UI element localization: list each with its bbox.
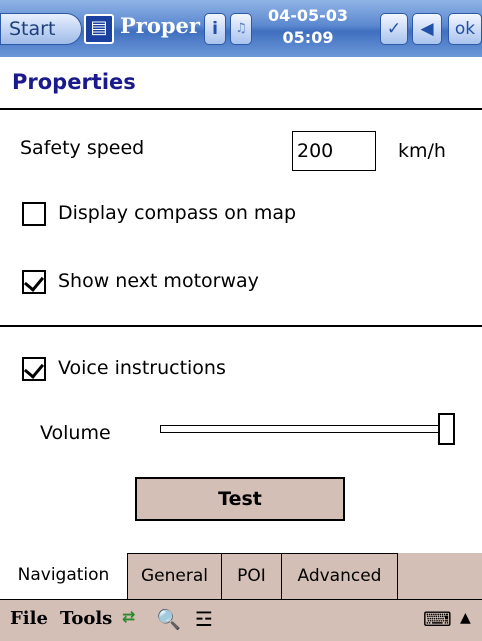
tab-navigation[interactable]: Navigation [0,553,128,599]
tab-poi[interactable]: POI [222,553,282,599]
settings-sliders-icon[interactable]: ☲ [195,607,213,631]
voice-instructions-checkbox[interactable] [22,357,46,381]
up-arrow-icon[interactable]: ▲ [460,610,471,626]
menu-bar: File Tools ⇄ 🔍 ☲ ⌨ ▲ [0,599,482,641]
volume-slider-track[interactable] [160,425,443,433]
ab-conversion-icon[interactable]: ⇄ [122,607,135,626]
info-button[interactable]: i [204,13,226,45]
clock[interactable]: 04-05-03 05:09 [251,5,365,49]
section-divider [0,325,482,327]
speed-unit-label: km/h [398,140,446,162]
voice-instructions-label: Voice instructions [58,357,226,379]
volume-label: Volume [40,422,111,444]
page-title: Properties [12,70,136,94]
app-icon: ▤ [84,14,114,44]
keyboard-icon[interactable]: ⌨ [423,607,452,631]
test-button[interactable]: Test [135,477,345,521]
start-button[interactable]: Start [0,13,82,45]
file-menu[interactable]: File [10,608,48,629]
tab-general[interactable]: General [128,553,222,599]
tab-strip: Navigation General POI Advanced [0,553,482,599]
show-motorway-checkbox[interactable] [22,270,46,294]
ok-button[interactable]: ok [448,13,482,45]
display-compass-checkbox[interactable] [22,202,46,226]
volume-slider-thumb[interactable] [438,413,455,445]
tab-advanced[interactable]: Advanced [282,553,398,599]
speaker-icon[interactable]: ♫ [230,13,252,45]
app-title: Proper [120,13,200,38]
tasks-icon[interactable]: ✓ [380,13,408,45]
tools-menu[interactable]: Tools [60,608,112,629]
back-arrow-icon[interactable]: ◀ [412,13,442,45]
time-text: 05:09 [282,28,334,47]
title-bar: Start ▤ Proper i ♫ 04-05-03 05:09 ✓ ◀ ok [0,0,482,57]
header-divider [0,108,482,110]
safety-speed-input[interactable] [292,131,376,171]
show-motorway-label: Show next motorway [58,270,259,292]
search-icon[interactable]: 🔍 [156,607,181,631]
display-compass-label: Display compass on map [58,202,297,224]
date-text: 04-05-03 [267,6,349,25]
safety-speed-label: Safety speed [20,137,145,159]
